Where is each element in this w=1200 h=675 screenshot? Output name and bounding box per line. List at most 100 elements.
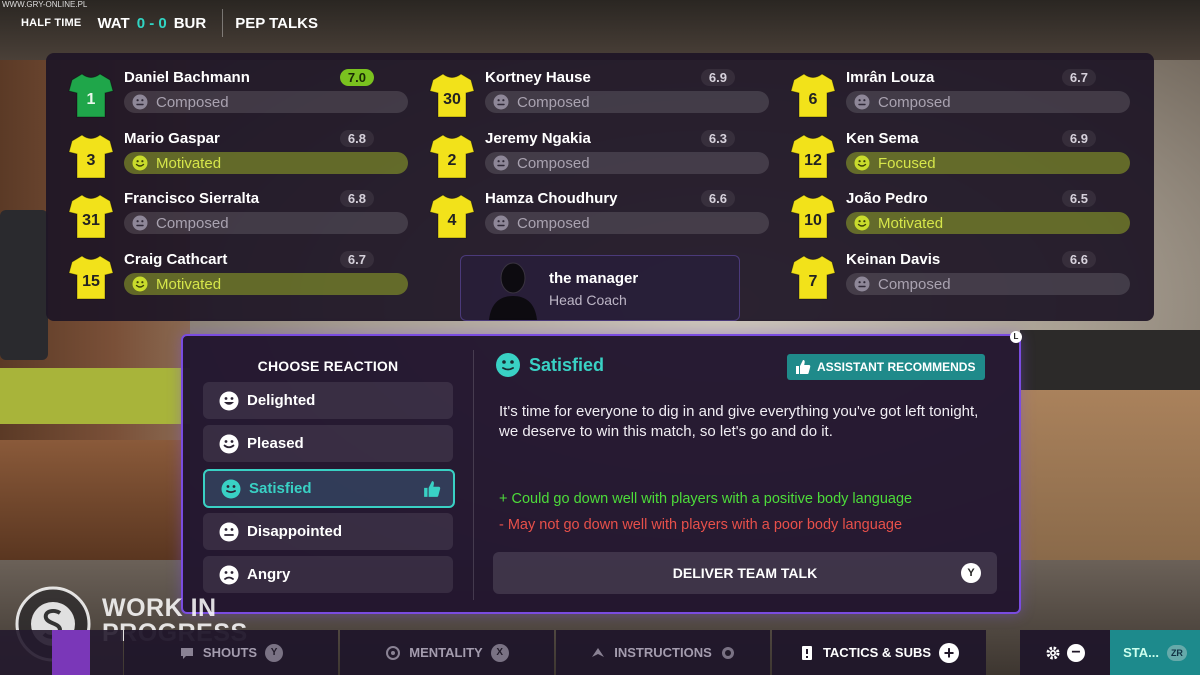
player-card[interactable]: 2 Jeremy Ngakia 6.3 Composed <box>407 128 769 182</box>
shirt-number: 3 <box>87 152 96 169</box>
assistant-recommends-badge: ASSISTANT RECOMMENDS <box>787 354 986 380</box>
instructions-icon <box>592 647 605 657</box>
player-card[interactable]: 12 Ken Sema 6.9 Focused <box>768 128 1130 182</box>
player-mood: Focused <box>846 152 1130 174</box>
player-rating: 6.3 <box>700 130 735 147</box>
mood-label: Composed <box>517 154 590 172</box>
player-name: Craig Cathcart <box>124 251 228 268</box>
player-card[interactable]: 1 Daniel Bachmann 7.0 Composed <box>46 67 408 121</box>
shirt-icon: 7 <box>790 255 836 300</box>
tab-shouts[interactable]: SHOUTS Y <box>124 630 338 675</box>
mood-face-icon <box>854 94 870 110</box>
x-key-icon: X <box>490 643 509 662</box>
reaction-dialog: CHOOSE REACTION Delighted Pleased Satisfie… <box>181 334 1021 614</box>
player-card[interactable]: 15 Craig Cathcart 6.7 Motivated <box>46 249 408 303</box>
player-mood: Composed <box>124 212 408 234</box>
mood-face-icon <box>132 155 148 171</box>
angry-face-icon <box>219 565 239 584</box>
mentality-icon <box>386 645 401 660</box>
shirt-icon: 2 <box>429 134 475 179</box>
player-rating: 6.5 <box>1061 190 1096 207</box>
shirt-number: 31 <box>82 212 100 229</box>
thumbs-up-icon <box>796 360 811 374</box>
tab-stats[interactable]: STA... ZR <box>1110 630 1200 675</box>
mood-label: Motivated <box>156 275 222 293</box>
player-card[interactable]: 31 Francisco Sierralta 6.8 Composed <box>46 188 408 242</box>
player-rating: 6.6 <box>1061 251 1096 268</box>
l-key-icon: L <box>1010 331 1022 343</box>
zr-key-icon: ZR <box>1166 644 1187 661</box>
player-rating: 7.0 <box>339 69 374 86</box>
tab-instructions[interactable]: INSTRUCTIONS <box>556 630 770 675</box>
manager-name: the manager <box>549 270 639 287</box>
reaction-option-angry[interactable]: Angry <box>203 556 453 593</box>
home-team: WAT <box>97 14 130 32</box>
tab-stats-label: STA... <box>1123 645 1159 660</box>
settings-button[interactable]: − <box>1020 630 1110 675</box>
player-card[interactable]: 7 Keinan Davis 6.6 Composed <box>768 249 1130 303</box>
mood-face-icon <box>493 215 509 231</box>
pleased-face-icon <box>219 434 239 453</box>
player-card[interactable]: 10 João Pedro 6.5 Motivated <box>768 188 1130 242</box>
mood-face-icon <box>132 215 148 231</box>
player-name: Jeremy Ngakia <box>485 130 591 147</box>
shirt-number: 2 <box>448 152 457 169</box>
mood-label: Composed <box>878 275 951 293</box>
background-bench <box>0 440 190 560</box>
minus-icon: − <box>1067 643 1085 662</box>
bottom-left-accent <box>52 630 90 675</box>
right-stick-icon <box>721 646 734 659</box>
shirt-number: 10 <box>804 212 822 229</box>
satisfied-face-icon <box>221 479 241 498</box>
player-mood: Motivated <box>124 273 408 295</box>
speech-bubble-icon <box>180 647 193 659</box>
tab-mentality-label: MENTALITY <box>409 645 483 660</box>
selected-reaction-header: Satisfied <box>495 352 604 378</box>
negative-effect-text: - May not go down well with players with… <box>499 517 903 533</box>
shirt-icon: 4 <box>429 194 475 239</box>
watermark-line1: WORK IN <box>102 594 217 622</box>
shirt-icon: 31 <box>68 194 114 239</box>
reaction-option-delighted[interactable]: Delighted <box>203 382 453 419</box>
player-name: Mario Gaspar <box>124 130 220 147</box>
deliver-team-talk-button[interactable]: DELIVER TEAM TALK Y <box>493 552 997 594</box>
player-card[interactable]: 30 Kortney Hause 6.9 Composed <box>407 67 769 121</box>
shirt-icon: 30 <box>429 73 475 118</box>
manager-silhouette-icon <box>489 262 537 320</box>
y-key-icon: Y <box>961 563 981 583</box>
background-hanging-shirt <box>0 210 48 360</box>
shirt-number: 12 <box>804 152 822 169</box>
satisfied-face-icon <box>496 353 520 377</box>
player-name: Daniel Bachmann <box>124 69 250 86</box>
player-card[interactable]: 6 Imrân Louza 6.7 Composed <box>768 67 1130 121</box>
player-mood: Motivated <box>124 152 408 174</box>
shirt-icon: 15 <box>68 255 114 300</box>
background-right-shelf <box>1020 330 1200 390</box>
player-mood: Composed <box>846 91 1130 113</box>
tab-tactics-label: TACTICS & SUBS <box>822 645 932 660</box>
mood-label: Composed <box>517 93 590 111</box>
match-period: HALF TIME <box>21 17 82 29</box>
player-mood: Composed <box>846 273 1130 295</box>
deliver-label: DELIVER TEAM TALK <box>672 565 818 581</box>
reaction-option-disappointed[interactable]: Disappointed <box>203 513 453 550</box>
mood-face-icon <box>132 276 148 292</box>
reaction-option-satisfied[interactable]: Satisfied <box>203 469 455 508</box>
tab-mentality[interactable]: MENTALITY X <box>340 630 554 675</box>
player-card[interactable]: 3 Mario Gaspar 6.8 Motivated <box>46 128 408 182</box>
shirt-number: 30 <box>443 91 461 108</box>
player-card[interactable]: 4 Hamza Choudhury 6.6 Composed <box>407 188 769 242</box>
y-key-icon: Y <box>265 643 284 662</box>
tactics-board-icon <box>801 645 812 660</box>
shirt-icon: 10 <box>790 194 836 239</box>
player-rating: 6.7 <box>1061 69 1096 86</box>
header-divider <box>222 9 224 37</box>
plus-icon: + <box>939 642 960 663</box>
player-name: João Pedro <box>846 190 928 207</box>
selected-reaction-title: Satisfied <box>529 354 605 375</box>
reaction-option-pleased[interactable]: Pleased <box>203 425 453 462</box>
tab-tactics-subs[interactable]: TACTICS & SUBS + <box>772 630 986 675</box>
player-rating: 6.9 <box>700 69 735 86</box>
player-name: Ken Sema <box>846 130 919 147</box>
player-mood: Composed <box>485 91 769 113</box>
